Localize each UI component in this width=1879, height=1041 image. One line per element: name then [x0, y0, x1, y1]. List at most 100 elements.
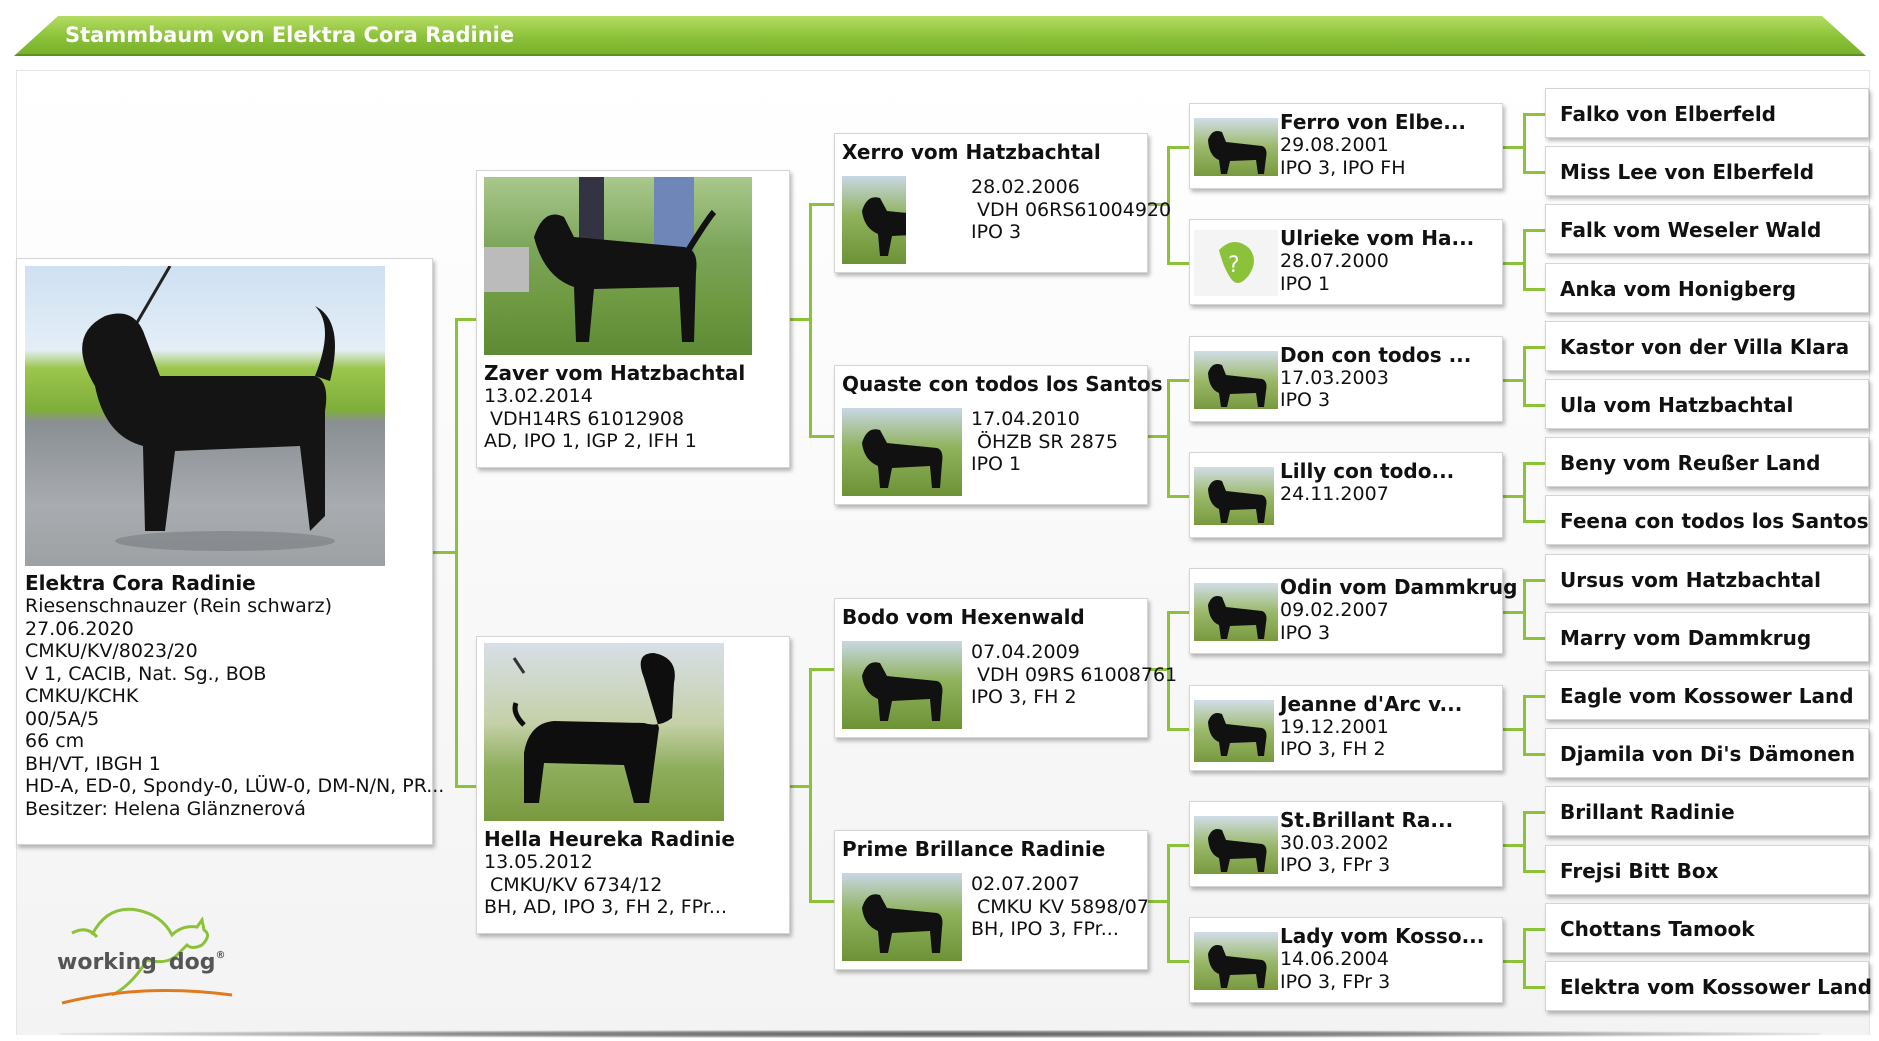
- gen4-card[interactable]: Falko von Elberfeld: [1545, 88, 1869, 138]
- gen3-card[interactable]: Don con todos ... 17.03.2003 IPO 3: [1189, 335, 1503, 422]
- gen3-titles: IPO 1: [1280, 272, 1331, 295]
- gen4-name[interactable]: Ursus vom Hatzbachtal: [1560, 568, 1821, 592]
- gen4-name[interactable]: Djamila von Di's Dämonen: [1560, 742, 1855, 766]
- gen4-card[interactable]: Falk vom Weseler Wald: [1545, 204, 1869, 255]
- connector-line: [1148, 435, 1168, 438]
- connector-line: [1523, 462, 1545, 466]
- no-photo-icon: ?: [1194, 230, 1278, 297]
- gen2-photo: [842, 641, 962, 729]
- gen2-card[interactable]: Prime Brillance Radinie 02.07.2007 CMKU …: [834, 830, 1149, 970]
- connector-line: [1523, 345, 1545, 349]
- gen3-titles: IPO 3, FPr 3: [1280, 970, 1391, 993]
- gen4-name[interactable]: Feena con todos los Santos: [1560, 509, 1869, 533]
- gen2-name[interactable]: Bodo vom Hexenwald: [842, 605, 1085, 629]
- dam-card[interactable]: Hella Heureka Radinie 13.05.2012 CMKU/KV…: [476, 636, 790, 934]
- gen4-name[interactable]: Eagle vom Kossower Land: [1560, 684, 1854, 708]
- subject-reg: CMKU/KV/8023/20: [25, 640, 198, 662]
- gen4-card[interactable]: Frejsi Bitt Box: [1545, 844, 1869, 895]
- logo-word-dog: dog: [168, 950, 216, 975]
- gen4-card[interactable]: Eagle vom Kossower Land: [1545, 670, 1869, 720]
- gen3-photo: [1194, 583, 1278, 642]
- gen4-name[interactable]: Kastor von der Villa Klara: [1560, 335, 1849, 359]
- gen4-card[interactable]: Brillant Radinie: [1545, 786, 1869, 837]
- sire-titles: AD, IPO 1, IGP 2, IFH 1: [484, 430, 697, 452]
- gen4-card[interactable]: Chottans Tamook: [1545, 902, 1869, 953]
- gen4-name[interactable]: Brillant Radinie: [1560, 800, 1735, 824]
- subject-breed: Riesenschnauzer (Rein schwarz): [25, 595, 333, 617]
- gen4-name[interactable]: Falko von Elberfeld: [1560, 102, 1776, 126]
- sire-card[interactable]: Zaver vom Hatzbachtal 13.02.2014 VDH14RS…: [476, 170, 790, 468]
- gen2-titles: IPO 3: [971, 221, 1022, 243]
- gen3-card[interactable]: Odin vom Dammkrug 09.02.2007 IPO 3: [1189, 568, 1517, 655]
- gen3-card[interactable]: Lilly con todo... 24.11.2007: [1189, 451, 1503, 538]
- gen3-card[interactable]: Ferro von Elbe... 29.08.2001 IPO 3, IPO …: [1189, 103, 1503, 189]
- gen4-name[interactable]: Anka vom Honigberg: [1560, 277, 1796, 301]
- connector-line: [433, 551, 456, 554]
- gen2-name[interactable]: Quaste con todos los Santos: [842, 372, 1163, 396]
- gen4-card[interactable]: Kastor von der Villa Klara: [1545, 320, 1869, 371]
- sire-photo: [484, 177, 752, 355]
- gen2-card[interactable]: Xerro vom Hatzbachtal 28.02.2006 VDH 06R…: [834, 133, 1171, 273]
- gen3-name[interactable]: Ferro von Elbe...: [1280, 110, 1466, 134]
- gen2-photo: [842, 408, 962, 496]
- gen3-name[interactable]: Lady vom Kosso...: [1280, 924, 1484, 948]
- gen3-name[interactable]: Ulrieke vom Ha...: [1280, 226, 1474, 250]
- gen3-card[interactable]: Lady vom Kosso... 14.06.2004 IPO 3, FPr …: [1189, 917, 1503, 1004]
- gen4-card[interactable]: Anka vom Honigberg: [1545, 262, 1869, 313]
- gen3-titles: IPO 3, FPr 3: [1280, 854, 1391, 877]
- connector-line: [1523, 986, 1545, 989]
- connector-line: [1503, 494, 1524, 498]
- logo-registered-mark: ®: [215, 950, 226, 961]
- gen2-name[interactable]: Prime Brillance Radinie: [842, 837, 1105, 861]
- gen4-name[interactable]: Miss Lee von Elberfeld: [1560, 160, 1814, 184]
- connector-line: [1503, 727, 1524, 731]
- gen4-name[interactable]: Frejsi Bitt Box: [1560, 859, 1718, 883]
- gen4-card[interactable]: Elektra vom Kossower Land: [1545, 961, 1872, 1011]
- logo-word-working: working: [57, 950, 157, 975]
- connector-line: [1167, 378, 1170, 498]
- dam-dob: 13.05.2012: [484, 851, 593, 873]
- gen2-card[interactable]: Bodo vom Hexenwald 07.04.2009 VDH 09RS 6…: [834, 598, 1177, 738]
- gen3-titles: IPO 3: [1280, 389, 1331, 412]
- dam-photo: [484, 643, 724, 821]
- gen3-name[interactable]: Lilly con todo...: [1280, 459, 1454, 483]
- gen4-name[interactable]: Beny vom Reußer Land: [1560, 451, 1820, 475]
- gen2-name[interactable]: Xerro vom Hatzbachtal: [842, 140, 1101, 164]
- gen4-name[interactable]: Chottans Tamook: [1560, 917, 1755, 941]
- gen4-card[interactable]: Marry vom Dammkrug: [1545, 611, 1869, 662]
- connector-line: [1523, 578, 1526, 640]
- gen3-photo: [1194, 815, 1278, 874]
- gen4-card[interactable]: Djamila von Di's Dämonen: [1545, 728, 1869, 779]
- subject-card[interactable]: Elektra Cora Radinie Riesenschnauzer (Re…: [16, 258, 444, 845]
- gen2-titles: IPO 1: [971, 453, 1022, 475]
- gen4-name[interactable]: Elektra vom Kossower Land: [1560, 975, 1872, 999]
- sire-name[interactable]: Zaver vom Hatzbachtal: [484, 361, 784, 385]
- gen4-card[interactable]: Ula vom Hatzbachtal: [1545, 379, 1869, 429]
- connector-line: [790, 785, 810, 788]
- dam-name[interactable]: Hella Heureka Radinie: [484, 827, 784, 851]
- gen4-name[interactable]: Ula vom Hatzbachtal: [1560, 393, 1793, 417]
- gen2-card[interactable]: Quaste con todos los Santos 17.04.2010 Ö…: [834, 365, 1163, 505]
- gen3-name[interactable]: Jeanne d'Arc v...: [1280, 692, 1462, 716]
- gen4-card[interactable]: Feena con todos los Santos: [1545, 495, 1869, 546]
- subject-photo: [25, 266, 385, 566]
- gen3-dob: 19.12.2001: [1280, 715, 1389, 738]
- connector-line: [809, 668, 812, 900]
- gen2-reg: ÖHZB SR 2875: [977, 430, 1118, 453]
- connector-line: [1523, 695, 1545, 698]
- connector-line: [1523, 171, 1545, 175]
- subject-name[interactable]: Elektra Cora Radinie: [25, 571, 430, 595]
- gen4-card[interactable]: Beny vom Reußer Land: [1545, 437, 1869, 488]
- connector-line: [809, 435, 834, 438]
- gen3-name[interactable]: Odin vom Dammkrug: [1280, 575, 1517, 599]
- gen4-name[interactable]: Marry vom Dammkrug: [1560, 626, 1811, 650]
- gen3-name[interactable]: St.Brillant Ra...: [1280, 808, 1453, 832]
- gen3-card[interactable]: St.Brillant Ra... 30.03.2002 IPO 3, FPr …: [1189, 800, 1503, 887]
- gen4-card[interactable]: Ursus vom Hatzbachtal: [1545, 553, 1869, 604]
- gen3-name[interactable]: Don con todos ...: [1280, 343, 1471, 367]
- gen4-card[interactable]: Miss Lee von Elberfeld: [1545, 146, 1869, 197]
- subject-titles: BH/VT, IBGH 1: [25, 752, 161, 775]
- gen4-name[interactable]: Falk vom Weseler Wald: [1560, 218, 1821, 242]
- gen3-card[interactable]: ? Ulrieke vom Ha... 28.07.2000 IPO 1: [1189, 219, 1503, 306]
- gen3-card[interactable]: Jeanne d'Arc v... 19.12.2001 IPO 3, FH 2: [1189, 684, 1503, 771]
